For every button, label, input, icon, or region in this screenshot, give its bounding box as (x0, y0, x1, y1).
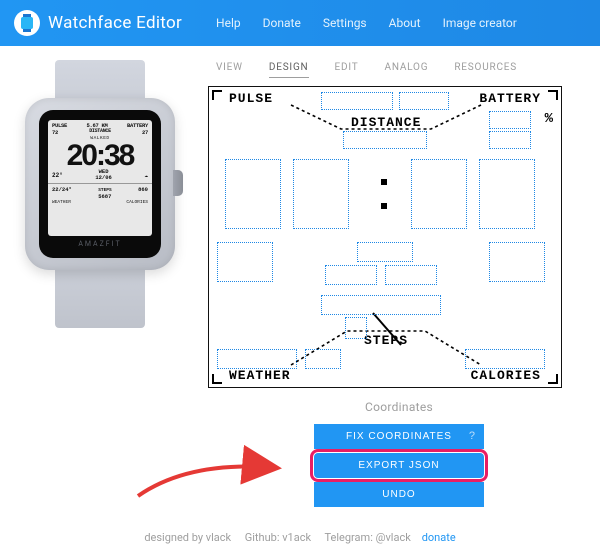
canvas-sel[interactable] (325, 265, 377, 285)
nav-settings[interactable]: Settings (323, 16, 367, 30)
canvas-sel[interactable] (479, 159, 535, 229)
canvas-sel[interactable] (399, 92, 449, 110)
footer-telegram[interactable]: Telegram: @vlack (325, 531, 411, 544)
app-header: Watchface Editor Help Donate Settings Ab… (0, 0, 600, 46)
watch-brand: AMAZFIT (78, 240, 121, 248)
canvas-sel[interactable] (321, 92, 393, 110)
footer-donate-link[interactable]: donate (422, 531, 456, 544)
weather-glyph-icon: ☁ (144, 172, 148, 179)
nav-help[interactable]: Help (216, 16, 241, 30)
watch-strap-top (55, 60, 145, 100)
footer-github[interactable]: Github: v1ack (245, 531, 311, 544)
screen-pulse-label: PULSE (52, 122, 67, 129)
screen-battery-label: BATTERY (127, 122, 148, 129)
app-logo: Watchface Editor (14, 10, 182, 36)
canvas-colon-dot (381, 179, 387, 185)
tab-analog[interactable]: ANALOG (385, 62, 429, 78)
screen-time: 20:38 (48, 142, 152, 169)
watch-body: PULSE 5.67 KM BATTERY 72 DISTANCE 27 WAL… (25, 98, 175, 270)
canvas-sel[interactable] (385, 265, 437, 285)
tab-design[interactable]: DESIGN (269, 62, 309, 78)
canvas-sel[interactable] (321, 295, 441, 315)
header-nav: Help Donate Settings About Image creator (216, 16, 517, 30)
editor-tabs: VIEW DESIGN EDIT ANALOG RESOURCES (208, 60, 590, 86)
canvas-sel[interactable] (217, 242, 273, 282)
watch-strap-bottom (55, 268, 145, 328)
fix-coordinates-button[interactable]: FIX COORDINATES (314, 424, 484, 449)
canvas-sel[interactable] (305, 349, 341, 369)
tab-edit[interactable]: EDIT (335, 62, 359, 78)
button-area: Coordinates FIX COORDINATES EXPORT JSON … (309, 400, 489, 507)
nav-donate[interactable]: Donate (263, 16, 301, 30)
watch-screen: PULSE 5.67 KM BATTERY 72 DISTANCE 27 WAL… (48, 120, 152, 236)
nav-image-creator[interactable]: Image creator (443, 16, 517, 30)
canvas-sel[interactable] (343, 131, 427, 149)
watch-preview: PULSE 5.67 KM BATTERY 72 DISTANCE 27 WAL… (10, 60, 198, 511)
canvas-sel[interactable] (411, 159, 467, 229)
tab-resources[interactable]: RESOURCES (454, 62, 517, 78)
watch-crown (173, 170, 183, 196)
footer: designed by vlack Github: v1ack Telegram… (0, 531, 600, 544)
canvas-sel[interactable] (357, 242, 413, 262)
canvas-sel[interactable] (489, 131, 531, 149)
design-canvas[interactable]: PULSE BATTERY DISTANCE STEPS WEATHER CAL… (208, 86, 562, 388)
canvas-sel[interactable] (465, 349, 545, 369)
footer-credit: designed by vlack (144, 531, 231, 544)
tab-view[interactable]: VIEW (216, 62, 243, 78)
coordinates-label: Coordinates (309, 400, 489, 414)
app-title: Watchface Editor (48, 13, 182, 33)
canvas-sel[interactable] (293, 159, 349, 229)
canvas-sel[interactable] (217, 349, 297, 369)
undo-button[interactable]: UNDO (314, 482, 484, 507)
canvas-sel[interactable] (489, 111, 531, 129)
canvas-sel[interactable] (225, 159, 281, 229)
canvas-sel[interactable] (345, 317, 367, 339)
canvas-sel[interactable] (489, 242, 545, 282)
canvas-colon-dot (381, 203, 387, 209)
export-json-button[interactable]: EXPORT JSON (314, 453, 484, 478)
watch-icon (14, 10, 40, 36)
nav-about[interactable]: About (389, 16, 421, 30)
